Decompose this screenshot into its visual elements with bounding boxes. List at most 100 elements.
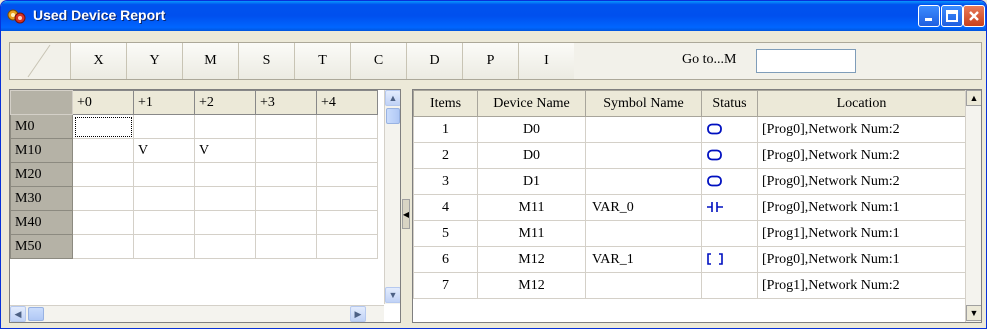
- device-cell[interactable]: [255, 234, 317, 259]
- scroll-up-button[interactable]: ▲: [966, 90, 981, 106]
- device-cell[interactable]: [72, 186, 134, 211]
- device-cell[interactable]: [194, 162, 256, 187]
- device-cell[interactable]: [316, 186, 378, 211]
- item-number: 6: [413, 246, 478, 273]
- maximize-button[interactable]: [941, 5, 963, 27]
- chevron-down-icon: ▼: [969, 308, 979, 318]
- minimize-button[interactable]: [918, 5, 940, 27]
- scroll-left-button[interactable]: ◀: [10, 306, 26, 322]
- table-row[interactable]: 1 D0 [Prog0],Network Num:2: [413, 116, 966, 143]
- device-cell[interactable]: [72, 138, 134, 163]
- device-cell[interactable]: [133, 186, 195, 211]
- device-map-vertical-scrollbar[interactable]: ▲ ▼: [384, 90, 400, 304]
- table-row[interactable]: 3 D1 [Prog0],Network Num:2: [413, 168, 966, 195]
- column-header-symbol-name[interactable]: Symbol Name: [585, 90, 702, 117]
- table-row[interactable]: 5 M11 [Prog1],Network Num:1: [413, 220, 966, 247]
- device-cell[interactable]: [316, 162, 378, 187]
- device-map-row: M10 V V: [10, 138, 378, 163]
- column-header: +1: [133, 90, 195, 115]
- device-cell[interactable]: [194, 210, 256, 235]
- symbol-name: [585, 272, 702, 299]
- location: [Prog0],Network Num:1: [757, 194, 966, 221]
- device-cell[interactable]: [316, 114, 378, 139]
- window-title: Used Device Report: [33, 7, 166, 23]
- device-cell[interactable]: [194, 234, 256, 259]
- chevron-up-icon: ▲: [388, 93, 398, 103]
- column-header: +3: [255, 90, 317, 115]
- device-cell[interactable]: [316, 234, 378, 259]
- device-cell[interactable]: [255, 114, 317, 139]
- tab-s[interactable]: S: [238, 43, 294, 79]
- symbol-name: VAR_1: [585, 246, 702, 273]
- device-name: M11: [477, 194, 586, 221]
- row-header: M50: [10, 234, 73, 259]
- column-header: +2: [194, 90, 256, 115]
- device-cell[interactable]: [194, 114, 256, 139]
- goto-input[interactable]: [756, 49, 856, 73]
- close-button[interactable]: [963, 5, 985, 27]
- device-map-row: M20: [10, 162, 378, 187]
- vertical-scroll-thumb[interactable]: [386, 108, 400, 124]
- tab-m[interactable]: M: [182, 43, 238, 79]
- device-map-grid: +0 +1 +2 +3 +4 M0 M10 V V M20 M30 M40 M5…: [9, 89, 401, 323]
- device-cell[interactable]: [133, 210, 195, 235]
- device-cell[interactable]: [316, 138, 378, 163]
- device-cell[interactable]: [316, 210, 378, 235]
- symbol-name: [585, 168, 702, 195]
- contact-icon: [707, 202, 723, 213]
- status-cell: [701, 168, 758, 195]
- tab-c[interactable]: C: [350, 43, 406, 79]
- usage-table-vertical-scrollbar[interactable]: ▲ ▼: [965, 90, 981, 322]
- tab-x[interactable]: X: [70, 43, 126, 79]
- device-cell[interactable]: V: [194, 138, 256, 163]
- used-device-report-window: Used Device Report X Y M S T C D P I Go …: [0, 0, 987, 329]
- table-row[interactable]: 2 D0 [Prog0],Network Num:2: [413, 142, 966, 169]
- tab-d[interactable]: D: [406, 43, 462, 79]
- scroll-down-button[interactable]: ▼: [966, 305, 981, 321]
- status-cell: [701, 220, 758, 247]
- device-cell[interactable]: [255, 138, 317, 163]
- scroll-down-button[interactable]: ▼: [385, 287, 400, 303]
- location: [Prog1],Network Num:2: [757, 272, 966, 299]
- device-type-tab-bar: X Y M S T C D P I Go to...M: [9, 42, 982, 80]
- device-cell[interactable]: [72, 234, 134, 259]
- horizontal-scroll-thumb[interactable]: [28, 307, 44, 321]
- device-cell[interactable]: [255, 210, 317, 235]
- collapse-pane-button[interactable]: ◀: [402, 199, 410, 229]
- scroll-right-button[interactable]: ▶: [350, 306, 366, 322]
- device-map-horizontal-scrollbar[interactable]: ◀ ▶: [10, 305, 384, 322]
- device-cell[interactable]: V: [133, 138, 195, 163]
- device-cell[interactable]: [72, 210, 134, 235]
- tab-t[interactable]: T: [294, 43, 350, 79]
- item-number: 1: [413, 116, 478, 143]
- device-cell[interactable]: [255, 186, 317, 211]
- column-header-status[interactable]: Status: [701, 90, 758, 117]
- scroll-up-button[interactable]: ▲: [385, 90, 400, 106]
- table-row[interactable]: 6 M12 VAR_1 [Prog0],Network Num:1: [413, 246, 966, 273]
- location: [Prog0],Network Num:2: [757, 168, 966, 195]
- device-usage-table: Items Device Name Symbol Name Status Loc…: [412, 89, 982, 323]
- device-cell[interactable]: [133, 162, 195, 187]
- status-cell: [701, 246, 758, 273]
- column-header-location[interactable]: Location: [757, 90, 966, 117]
- device-cell[interactable]: [255, 162, 317, 187]
- tab-i[interactable]: I: [518, 43, 574, 79]
- device-cell[interactable]: [72, 114, 134, 139]
- device-name: M12: [477, 246, 586, 273]
- device-cell[interactable]: [72, 162, 134, 187]
- device-cell[interactable]: [133, 114, 195, 139]
- app-icon: [7, 9, 26, 24]
- location: [Prog0],Network Num:2: [757, 116, 966, 143]
- table-row[interactable]: 7 M12 [Prog1],Network Num:2: [413, 272, 966, 299]
- title-bar[interactable]: Used Device Report: [1, 1, 986, 31]
- device-map-row: M30: [10, 186, 378, 211]
- tab-y[interactable]: Y: [126, 43, 182, 79]
- tab-p[interactable]: P: [462, 43, 518, 79]
- device-cell[interactable]: [133, 234, 195, 259]
- table-row[interactable]: 4 M11 VAR_0 [Prog0],Network Num:1: [413, 194, 966, 221]
- device-cell[interactable]: [194, 186, 256, 211]
- column-header-items[interactable]: Items: [413, 90, 478, 117]
- column-header-device-name[interactable]: Device Name: [477, 90, 586, 117]
- chevron-left-icon: ◀: [14, 308, 22, 319]
- pane-splitter[interactable]: ◀: [402, 89, 410, 323]
